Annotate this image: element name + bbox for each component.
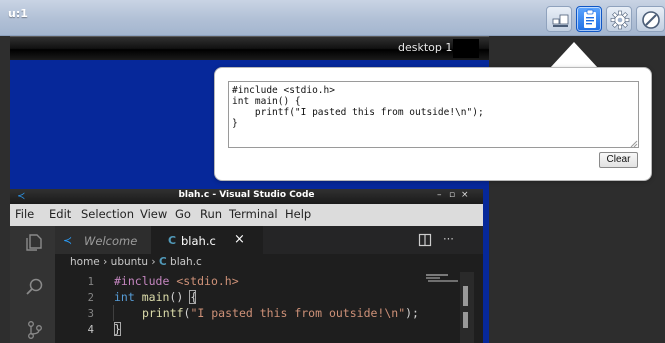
code-string: "I pasted this from outside!\n": [190, 306, 406, 320]
minimap-line: [428, 280, 458, 282]
source-control-icon[interactable]: [25, 320, 45, 340]
menu-run[interactable]: Run: [200, 207, 222, 221]
breadcrumb-file[interactable]: blah.c: [170, 256, 202, 268]
clipboard-icon: [584, 9, 596, 28]
tab-blah-c-label: blah.c: [181, 234, 216, 248]
scrollbar-thumb[interactable]: [463, 286, 468, 306]
settings-button[interactable]: [606, 6, 632, 32]
menu-view[interactable]: View: [140, 207, 167, 221]
scrollbar-marker: [463, 312, 468, 328]
breadcrumb-ubuntu[interactable]: ubuntu: [111, 256, 148, 268]
line-number: 3: [87, 308, 94, 320]
display-settings-button[interactable]: [546, 6, 572, 32]
clipboard-textarea[interactable]: #include <stdio.h> int main() { printf("…: [228, 81, 639, 148]
menu-go[interactable]: Go: [175, 207, 191, 221]
clipboard-button[interactable]: [576, 6, 602, 32]
desktop-label: desktop 1: [398, 41, 453, 54]
window-title: blah.c - Visual Studio Code: [178, 190, 315, 200]
panel-indicator: [453, 39, 479, 58]
disconnect-button[interactable]: [636, 6, 665, 32]
search-icon[interactable]: [25, 277, 45, 297]
menu-help[interactable]: Help: [285, 207, 311, 221]
split-editor-icon[interactable]: [418, 233, 432, 247]
code-function: main: [141, 290, 170, 304]
menu-selection[interactable]: Selection: [81, 207, 134, 221]
disconnect-icon: [642, 11, 660, 29]
indent-guide: [113, 305, 114, 321]
breadcrumb-text: home › ubuntu › C blah.c: [70, 256, 202, 268]
explorer-icon[interactable]: [24, 232, 44, 252]
scrollbar[interactable]: [460, 272, 474, 343]
menu-edit[interactable]: Edit: [49, 207, 71, 221]
breadcrumb-separator: ›: [103, 256, 108, 268]
connection-title: u:1: [8, 7, 28, 20]
code-type: int: [114, 290, 135, 304]
c-file-icon: C: [158, 256, 167, 268]
c-file-icon: C: [168, 234, 177, 247]
vscode-tab-icon: ≺: [63, 234, 73, 247]
code-function: printf: [142, 306, 184, 320]
minimize-button[interactable]: –: [437, 190, 442, 200]
display-icon: [552, 14, 569, 27]
code-header: <stdio.h>: [176, 274, 239, 288]
line-number: 2: [87, 292, 94, 304]
maximize-button[interactable]: ▫: [449, 190, 455, 200]
code-punct: );: [405, 306, 419, 320]
close-button[interactable]: ×: [461, 190, 469, 200]
clear-button[interactable]: Clear: [599, 152, 638, 168]
line-number: 1: [87, 276, 94, 288]
minimap-line: [426, 274, 448, 276]
gear-icon: [610, 10, 630, 30]
tab-close-icon[interactable]: ×: [234, 232, 245, 247]
line-number: 4: [87, 324, 94, 336]
bracket-match-highlight: [114, 322, 121, 336]
bracket-match-highlight: [189, 290, 196, 304]
code-line-3: printf("I pasted this from outside!\n");: [142, 305, 419, 321]
menu-terminal[interactable]: Terminal: [229, 207, 278, 221]
minimap[interactable]: [424, 272, 459, 343]
code-line-2: int main() {: [114, 289, 197, 305]
resize-grip-icon[interactable]: [629, 139, 638, 148]
breadcrumb-home[interactable]: home: [70, 256, 100, 268]
tab-welcome-label: Welcome: [84, 234, 138, 248]
popup-arrow: [550, 42, 598, 68]
more-actions-icon[interactable]: ···: [443, 232, 454, 246]
code-directive: #include: [114, 274, 170, 288]
code-line-1: #include <stdio.h>: [114, 273, 239, 289]
minimap-line: [426, 277, 440, 279]
menu-file[interactable]: File: [15, 207, 34, 221]
breadcrumb-separator: ›: [151, 256, 156, 268]
